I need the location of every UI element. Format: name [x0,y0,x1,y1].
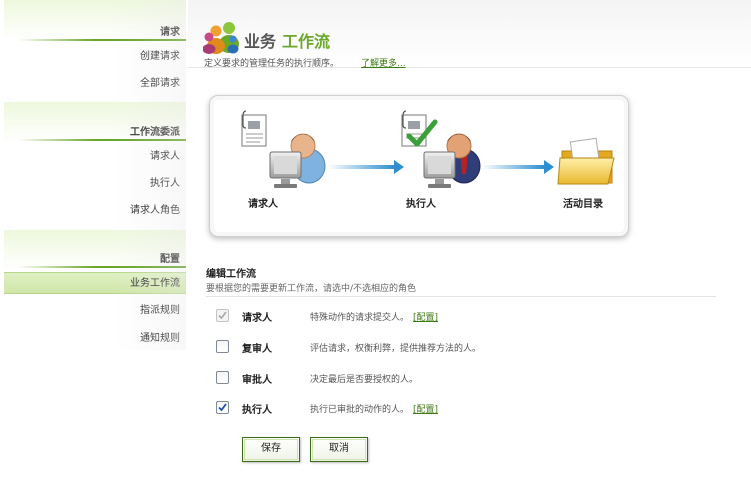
role-name: 请求人 [242,313,272,324]
users-group-icon [203,22,239,54]
role-name: 复审人 [242,344,272,355]
sidebar-section-requests [4,0,186,40]
sidebar-item-business-workflow[interactable]: 业务工作流 [4,272,186,294]
workflow-diagram [241,110,615,188]
sidebar-item-executor[interactable]: 执行人 [4,173,186,195]
role-name: 审批人 [242,375,272,386]
role-description: 决定最后是否要授权的人。 [310,375,419,385]
folder-icon [557,137,615,185]
sidebar-divider [18,39,186,41]
sidebar-item-requester[interactable]: 请求人 [4,146,186,168]
sidebar-item-assignment-rules[interactable]: 指派规则 [4,300,186,322]
sidebar-section-config [4,230,186,270]
approver-checkbox[interactable] [216,371,229,384]
sidebar-divider [18,266,186,268]
configure-link[interactable]: [配置] [413,313,438,323]
arrow-icon [482,160,554,174]
page-title: 业务 工作流 [244,28,330,52]
save-button[interactable]: 保存 [242,437,300,462]
role-row-executor: 执行人 执行已审批的动作的人。 [配置] [214,398,734,420]
page-subtitle: 定义要求的管理任务的执行顺序。 [204,59,340,69]
sidebar-item-create-request[interactable]: 创建请求 [4,46,186,68]
page-title-part2: 工作流 [282,32,331,51]
requester-checkbox [216,309,229,322]
role-description-text: 执行已审批的动作的人。 [310,405,410,415]
edit-workflow-title: 编辑工作流 [206,269,256,280]
reviewer-checkbox[interactable] [216,340,229,353]
role-name: 执行人 [242,405,272,416]
sidebar-item-notification-rules[interactable]: 通知规则 [4,328,186,350]
learn-more-link[interactable]: 了解更多... [361,56,406,69]
diagram-label-requester: 请求人 [248,199,278,210]
configure-link[interactable]: [配置] [413,405,438,415]
arrow-icon [328,160,404,174]
role-description-text: 特殊动作的请求提交人。 [310,313,410,323]
workflow-diagram-panel: 请求人 执行人 活动目录 [209,95,629,237]
sidebar-divider [18,139,186,141]
diagram-label-active-directory: 活动目录 [563,199,603,210]
requester-user-icon [269,133,326,188]
sidebar-section-title-requests: 请求 [160,27,180,38]
role-description: 执行已审批的动作的人。 [配置] [310,402,438,415]
sidebar: 请求 创建请求 全部请求 工作流委派 请求人 执行人 请求人角色 配置 业务工作… [4,0,186,350]
edit-workflow-description: 要根据您的需要更新工作流，请选中/不选相应的角色 [206,284,417,294]
role-row-requester: 请求人 特殊动作的请求提交人。 [配置] [214,306,734,328]
sidebar-item-requester-role[interactable]: 请求人角色 [4,200,186,222]
checkmark-icon [218,311,227,320]
role-description: 特殊动作的请求提交人。 [配置] [310,310,438,323]
role-description: 评估请求，权衡利弊，提供推荐方法的人。 [310,344,482,354]
role-row-reviewer: 复审人 评估请求，权衡利弊，提供推荐方法的人。 [214,337,734,359]
sidebar-item-all-requests[interactable]: 全部请求 [4,73,186,95]
cancel-button[interactable]: 取消 [310,437,368,462]
diagram-label-executor: 执行人 [406,199,436,210]
executor-user-icon [423,133,481,188]
sidebar-section-title-delegation: 工作流委派 [130,127,180,138]
role-row-approver: 审批人 决定最后是否要授权的人。 [214,368,734,390]
section-divider [206,296,716,297]
checkmark-icon [218,403,227,412]
approved-document-icon [401,110,438,147]
executor-checkbox[interactable] [216,401,229,414]
page-title-part1: 业务 [244,32,277,51]
document-icon [241,110,267,147]
sidebar-section-title-config: 配置 [160,254,180,265]
